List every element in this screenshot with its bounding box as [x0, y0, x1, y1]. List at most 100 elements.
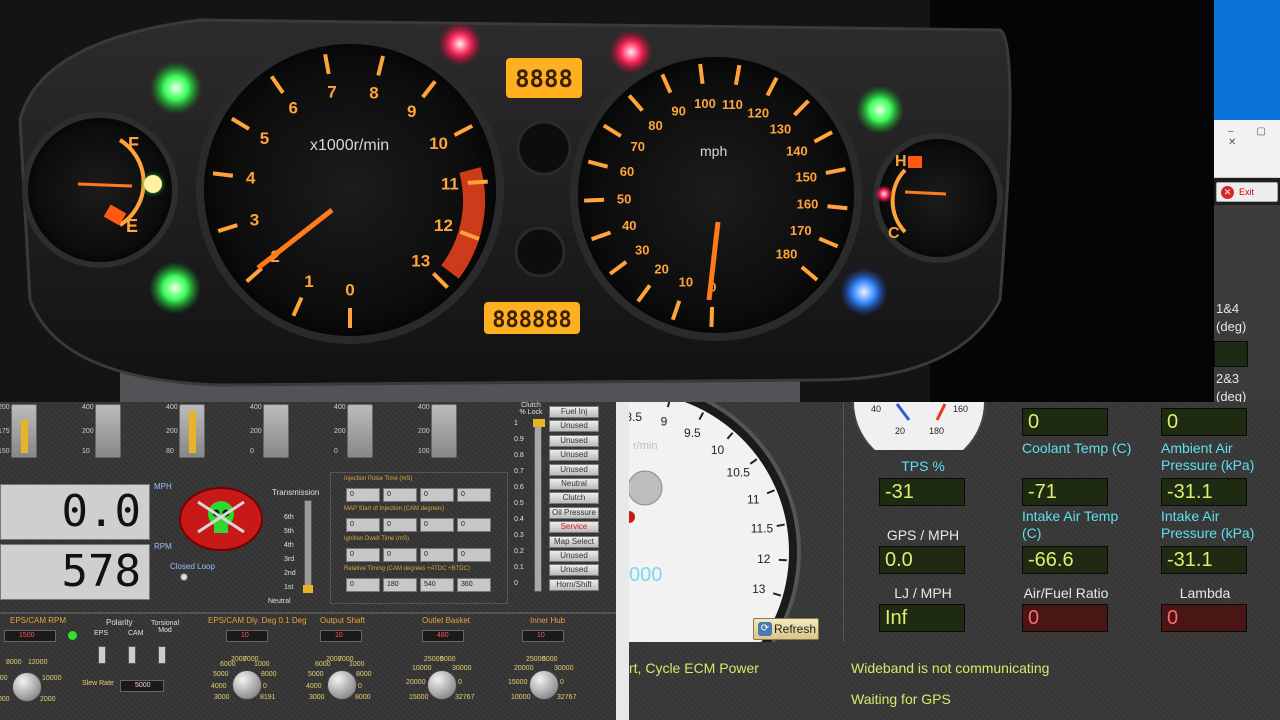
status-wideband: Wideband is not communicating	[851, 660, 1050, 676]
window-blue-area	[1214, 0, 1280, 120]
bar-low-label: 80	[166, 448, 174, 455]
knob-tick-label: 0	[358, 683, 362, 690]
clutch-slider[interactable]	[533, 419, 545, 592]
field-value: Inf	[879, 604, 965, 632]
switch-button[interactable]: Unused	[549, 420, 599, 433]
knob-tick-label: 8000	[6, 659, 22, 666]
grid-cell[interactable]: 0	[420, 518, 454, 532]
grid-cell[interactable]: 0	[457, 518, 491, 532]
grid-cell[interactable]: 0	[457, 488, 491, 502]
grid-cell[interactable]: 0	[346, 518, 380, 532]
grid-cell[interactable]: 180	[383, 578, 417, 592]
output-shaft-field[interactable]: 10	[320, 630, 362, 642]
knob-tick-label: 10000	[42, 675, 62, 682]
switch-button[interactable]: Service	[549, 521, 599, 534]
bar-mid-label: 200	[250, 428, 262, 435]
field-value: -31.1	[1161, 478, 1247, 506]
grid-cell[interactable]: 0	[346, 548, 380, 562]
tach-tick	[467, 179, 488, 185]
grid-cell[interactable]: 0	[420, 488, 454, 502]
bar-top-label: 400	[334, 404, 346, 411]
grid-cell[interactable]: 0	[420, 548, 454, 562]
speedo-label: 70	[631, 139, 645, 154]
grid-cell[interactable]: 0	[383, 488, 417, 502]
speedo-label: 80	[648, 118, 662, 133]
status-ecm: rt, Cycle ECM Power	[629, 660, 759, 676]
tach-label: 9	[407, 102, 416, 121]
switch-button[interactable]: Clutch	[549, 492, 599, 505]
pane-divider[interactable]	[616, 402, 629, 720]
knob-tick-label: 0	[263, 683, 267, 690]
eps-rpm-knob[interactable]	[12, 672, 42, 702]
switch-button[interactable]: Unused	[549, 449, 599, 462]
closed-loop-checkbox[interactable]	[180, 573, 188, 581]
closed-loop-label: Closed Loop	[170, 562, 215, 571]
knob-tick-label: 6000	[0, 675, 8, 682]
bar-gauge	[263, 404, 289, 458]
bar-low-label: 100	[418, 448, 430, 455]
panel-separator	[843, 402, 844, 642]
grid-cell[interactable]: 360	[457, 578, 491, 592]
outlet-basket-knob[interactable]	[427, 670, 457, 700]
clutch-scale-label: 0.7	[514, 468, 524, 475]
exit-button[interactable]: ✕ Exit	[1216, 182, 1278, 202]
cam-toggle[interactable]	[128, 646, 136, 664]
switch-button[interactable]: Horn/Shift	[549, 578, 599, 591]
slew-rate-label: Slew Rate	[82, 680, 114, 687]
indicator-green-left-bottom	[149, 262, 201, 314]
knob-tick-label: 8191	[260, 694, 276, 701]
knob-tick-label: 32767	[455, 694, 475, 701]
speedo-label: 10	[679, 274, 693, 289]
output-shaft-knob[interactable]	[327, 670, 357, 700]
switch-button[interactable]: Oil Pressure	[549, 506, 599, 519]
clutch-scale-label: 0.8	[514, 452, 524, 459]
switch-button[interactable]: Unused	[549, 564, 599, 577]
grid-cell[interactable]: 0	[383, 548, 417, 562]
grid-cell[interactable]: 0	[346, 488, 380, 502]
grid-cell[interactable]: 0	[383, 518, 417, 532]
gear-slider[interactable]	[303, 500, 313, 593]
tach-label: 13	[411, 251, 430, 270]
switch-button[interactable]: Fuel Inj	[549, 406, 599, 418]
tach-label: 10	[429, 134, 448, 153]
switch-button[interactable]: Unused	[549, 434, 599, 447]
torsional-toggle[interactable]	[158, 646, 166, 664]
knob-tick-label: 4000	[211, 683, 227, 690]
gear-label: 2nd	[284, 570, 296, 577]
speedo-tick	[827, 204, 848, 211]
grid-cell[interactable]: 0	[457, 548, 491, 562]
knob-tick-label: 4000	[306, 683, 322, 690]
knob-tick-label: 3000	[214, 694, 230, 701]
switch-button[interactable]: Unused	[549, 550, 599, 562]
dly-header: EPS/CAM Dly. Deg 0.1 Deg	[208, 616, 307, 625]
tach-label: 0	[345, 281, 354, 300]
slew-rate-field[interactable]: 5000	[120, 680, 164, 692]
eps-toggle[interactable]	[98, 646, 106, 664]
switch-button[interactable]: Map Select	[549, 535, 599, 548]
switch-button[interactable]: Neutral	[549, 478, 599, 490]
gear-slider-thumb[interactable]	[303, 585, 313, 593]
soft-tach-unit: r/min	[633, 440, 658, 452]
refresh-button[interactable]: ⟳ Refresh	[753, 618, 819, 640]
clutch-label: Clutch % Lock	[519, 402, 543, 416]
tach-label: 5	[260, 129, 269, 148]
switch-button[interactable]: Unused	[549, 463, 599, 476]
grid-header-2: MAP Start of Injection (CAM degrees)	[344, 506, 445, 512]
rpm-display: 578	[0, 544, 150, 600]
outlet-basket-field[interactable]: 480	[422, 630, 464, 642]
inner-hub-knob[interactable]	[529, 670, 559, 700]
bottom-lcd-text: 888888	[492, 308, 571, 333]
eps-rpm-field[interactable]: 1500	[4, 630, 56, 642]
dly-knob[interactable]	[232, 670, 262, 700]
inner-hub-field[interactable]: 10	[522, 630, 564, 642]
dly-field[interactable]: 10	[226, 630, 268, 642]
grid-cell[interactable]: 540	[420, 578, 454, 592]
bar-gauge	[431, 404, 457, 458]
grid-cell[interactable]: 0	[346, 578, 380, 592]
knob-tick-label: 20000	[406, 679, 426, 686]
speedo-tick	[584, 197, 605, 203]
clutch-slider-thumb[interactable]	[533, 419, 545, 427]
bar-top-label: 400	[82, 404, 94, 411]
polarity-label: Polarity	[106, 618, 133, 627]
window-controls[interactable]: – ▢ ✕	[1228, 126, 1280, 148]
